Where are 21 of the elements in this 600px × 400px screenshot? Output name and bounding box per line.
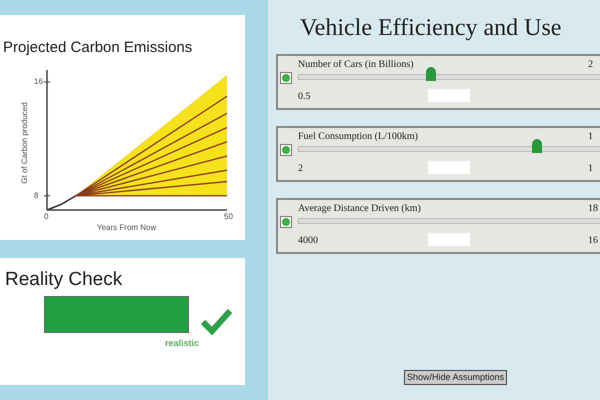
min-label: 0.5 — [298, 90, 310, 104]
max-label: 2 — [588, 58, 593, 72]
slider-label: Number of Cars (in Billions) — [298, 58, 414, 72]
status-label: realistic — [165, 337, 200, 350]
panel-title: Vehicle Efficiency and Use — [300, 14, 562, 43]
max-label: 1 — [588, 130, 593, 144]
slider-label: Fuel Consumption (L/100km) — [298, 130, 418, 144]
chart-title: Projected Carbon Emissions — [3, 38, 192, 58]
x-tick-label: 50 — [224, 213, 233, 221]
y-tick-label: 16 — [34, 78, 43, 86]
min-label: 2 — [298, 162, 303, 176]
max-label: 18 — [588, 202, 598, 216]
max-label: 1 — [588, 162, 593, 176]
slider-label: Average Distance Driven (km) — [298, 202, 421, 216]
y-tick-label: 8 — [34, 192, 38, 200]
y-axis-label: Gt of Carbon produced — [19, 101, 30, 186]
max-label: 16 — [588, 234, 598, 248]
x-tick-label: 0 — [44, 213, 48, 221]
min-label: 4000 — [298, 234, 318, 248]
card-title: Reality Check — [5, 268, 122, 292]
x-axis-label: Years From Now — [97, 222, 156, 234]
